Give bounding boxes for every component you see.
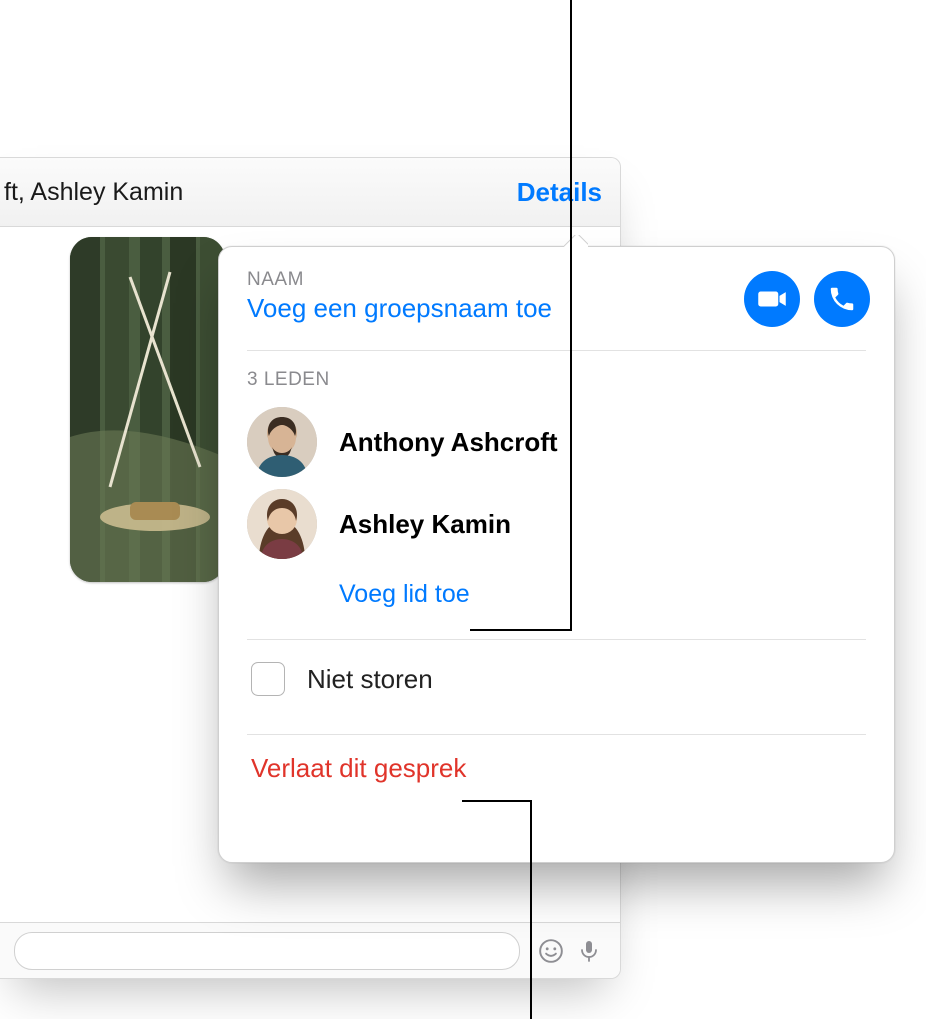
- conversation-participants: ft, Ashley Kamin: [0, 178, 183, 207]
- avatar: [247, 407, 317, 477]
- member-name: Anthony Ashcroft: [339, 427, 558, 458]
- message-input[interactable]: [14, 932, 520, 970]
- add-member-button[interactable]: Voeg lid toe: [247, 565, 866, 623]
- avatar: [247, 489, 317, 559]
- mic-icon[interactable]: [572, 934, 606, 968]
- titlebar: ft, Ashley Kamin Details: [0, 158, 620, 227]
- member-name: Ashley Kamin: [339, 509, 511, 540]
- dnd-checkbox[interactable]: [251, 662, 285, 696]
- callout-line: [530, 800, 532, 1019]
- callout-line: [470, 629, 572, 631]
- dnd-label: Niet storen: [307, 664, 433, 695]
- member-row[interactable]: Anthony Ashcroft: [247, 401, 866, 483]
- member-row[interactable]: Ashley Kamin: [247, 483, 866, 565]
- shared-photo[interactable]: [70, 237, 225, 582]
- leave-conversation-button[interactable]: Verlaat dit gesprek: [247, 735, 866, 801]
- popover-arrow: [564, 235, 588, 247]
- video-call-button[interactable]: [744, 271, 800, 327]
- details-popover: NAAM Voeg een groepsnaam toe 3 LEDEN: [218, 246, 895, 863]
- members-count-label: 3 LEDEN: [247, 369, 866, 391]
- compose-bar: [0, 922, 620, 978]
- callout-line: [462, 800, 532, 802]
- callout-line: [570, 0, 572, 630]
- details-button[interactable]: Details: [517, 158, 602, 226]
- do-not-disturb-row[interactable]: Niet storen: [247, 640, 866, 718]
- emoji-icon[interactable]: [534, 934, 568, 968]
- audio-call-button[interactable]: [814, 271, 870, 327]
